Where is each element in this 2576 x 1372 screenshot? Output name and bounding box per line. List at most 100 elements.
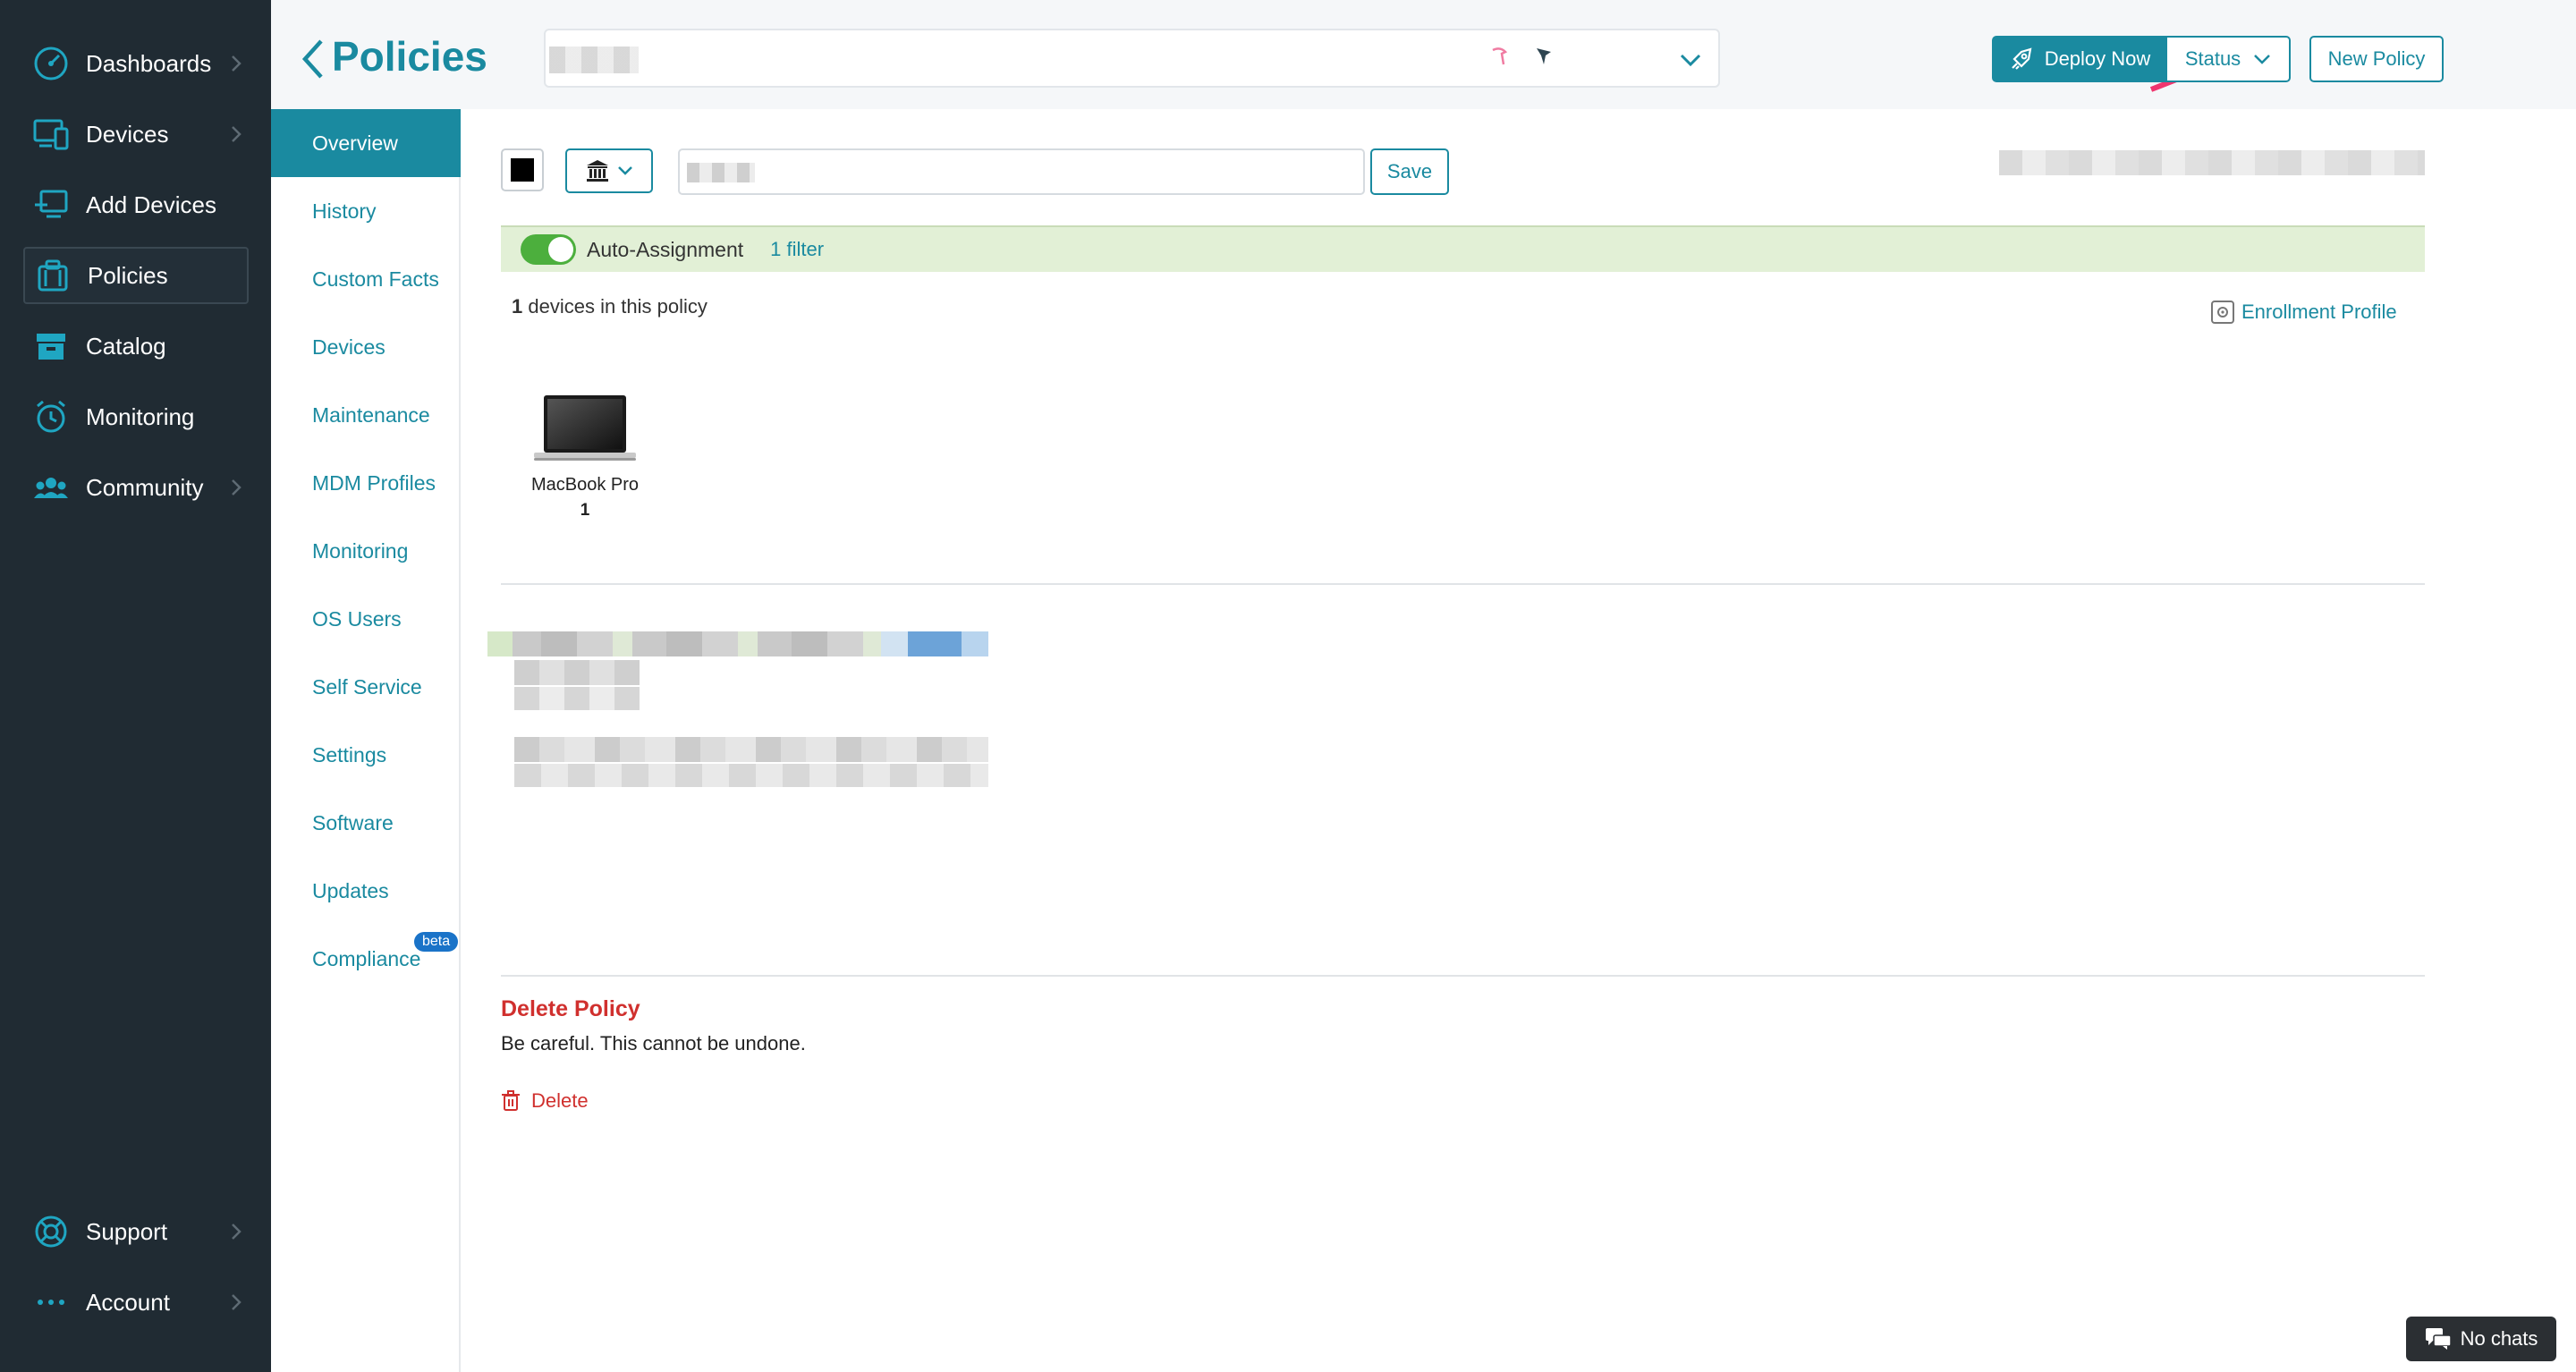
sidebar-item-label: Support [86, 1217, 168, 1245]
dashboard-icon [32, 45, 70, 82]
policy-color-picker[interactable] [501, 148, 544, 191]
page-header: Policies Deploy Now Status New Policy [271, 0, 2576, 109]
laptop-icon [534, 395, 636, 461]
deploy-now-button[interactable]: Deploy Now [1992, 36, 2167, 82]
sidebar-item-devices[interactable]: Devices [23, 106, 249, 163]
sidebar-item-label: Devices [86, 120, 169, 148]
submenu-item-maintenance[interactable]: Maintenance [271, 381, 461, 449]
submenu-item-custom-facts[interactable]: Custom Facts [271, 245, 461, 313]
devices-count-suffix: devices in this policy [522, 295, 708, 318]
beta-badge: beta [414, 932, 459, 952]
bank-icon [587, 160, 608, 182]
delete-policy-title: Delete Policy [501, 996, 640, 1021]
submenu-item-compliance[interactable]: Compliance beta [271, 925, 461, 993]
submenu-item-overview[interactable]: Overview [271, 109, 461, 177]
chevron-right-icon [227, 479, 245, 496]
sidebar-item-catalog[interactable]: Catalog [23, 318, 249, 375]
policy-icon-select[interactable] [565, 148, 653, 193]
alarm-clock-icon [32, 398, 70, 436]
submenu-item-devices[interactable]: Devices [271, 313, 461, 381]
submenu-item-settings[interactable]: Settings [271, 721, 461, 789]
trash-icon [502, 1090, 520, 1111]
sidebar-item-dashboards[interactable]: Dashboards [23, 35, 249, 92]
submenu-item-os-users[interactable]: OS Users [271, 585, 461, 653]
new-policy-button[interactable]: New Policy [2309, 36, 2444, 82]
sidebar-item-monitoring[interactable]: Monitoring [23, 388, 249, 445]
devices-count-number: 1 [512, 295, 523, 318]
chevron-down-icon [618, 166, 632, 175]
add-device-icon [32, 186, 70, 224]
hand-pointer-icon[interactable] [1487, 45, 1511, 68]
delete-label: Delete [531, 1089, 589, 1112]
device-card-macbook-pro[interactable]: MacBook Pro 1 [514, 394, 656, 521]
section-divider [501, 975, 2425, 977]
submenu-item-updates[interactable]: Updates [271, 857, 461, 925]
lifebuoy-icon [32, 1213, 70, 1250]
submenu-item-software[interactable]: Software [271, 789, 461, 857]
section-divider [501, 583, 2425, 585]
submenu-item-self-service[interactable]: Self Service [271, 653, 461, 721]
redacted-content-block [487, 610, 988, 816]
sidebar-item-account[interactable]: Account [23, 1274, 249, 1331]
sidebar-item-label: Community [86, 473, 204, 501]
save-button[interactable]: Save [1370, 148, 1449, 195]
sidebar-item-label: Policies [88, 261, 168, 289]
main-sidebar: Dashboards Devices Add Devices Policies … [0, 0, 271, 1372]
redacted-policy-name [549, 47, 639, 73]
sidebar-item-support[interactable]: Support [23, 1203, 249, 1260]
policy-description-input[interactable] [678, 148, 1365, 195]
sidebar-item-label: Account [86, 1288, 170, 1316]
sidebar-item-label: Catalog [86, 332, 166, 360]
enrollment-profile-link[interactable]: Enrollment Profile [2211, 301, 2397, 324]
enrollment-profile-label: Enrollment Profile [2241, 301, 2397, 323]
sidebar-item-label: Monitoring [86, 402, 195, 430]
more-dots-icon [32, 1283, 70, 1321]
rocket-icon [2011, 47, 2032, 70]
device-model-label: MacBook Pro [530, 475, 640, 495]
page-title: Policies [332, 33, 487, 80]
chat-bubbles-icon [2425, 1328, 2452, 1350]
map-pin-icon[interactable] [1532, 45, 1555, 68]
policies-icon [34, 257, 72, 294]
chat-widget-button[interactable]: No chats [2406, 1317, 2556, 1361]
submenu-item-mdm-profiles[interactable]: MDM Profiles [271, 449, 461, 517]
delete-button[interactable]: Delete [501, 1089, 589, 1113]
auto-assignment-bar: Auto-Assignment 1 filter [501, 225, 2425, 272]
chevron-right-icon [227, 55, 245, 72]
devices-icon [32, 115, 70, 153]
sidebar-item-label: Dashboards [86, 49, 212, 77]
policy-submenu: Overview History Custom Facts Devices Ma… [271, 109, 461, 1372]
chevron-right-icon [227, 1223, 245, 1241]
sidebar-item-policies[interactable]: Policies [23, 247, 249, 304]
color-swatch-fill [511, 158, 534, 182]
redacted-description [687, 163, 755, 182]
gear-icon [2211, 301, 2234, 324]
device-model-count: 1 [580, 501, 590, 520]
delete-policy-warning: Be careful. This cannot be undone. [501, 1032, 806, 1054]
sidebar-item-community[interactable]: Community [23, 459, 249, 516]
auto-assignment-label: Auto-Assignment [587, 237, 744, 261]
filter-link[interactable]: 1 filter [770, 238, 824, 261]
status-label: Status [2184, 47, 2241, 70]
chevron-down-icon [1680, 54, 1701, 67]
chat-label: No chats [2460, 1327, 2538, 1350]
community-icon [32, 469, 70, 506]
toggle-knob [548, 237, 573, 262]
catalog-icon [32, 327, 70, 365]
devices-count-text: 1 devices in this policy [512, 295, 708, 318]
chevron-down-icon [2254, 55, 2271, 64]
chevron-right-icon [227, 1293, 245, 1311]
submenu-item-history[interactable]: History [271, 177, 461, 245]
chevron-right-icon [227, 125, 245, 143]
submenu-item-label: Compliance [312, 946, 421, 970]
sidebar-item-label: Add Devices [86, 191, 216, 218]
back-chevron-icon[interactable] [300, 38, 326, 80]
policy-overview-panel: Save Auto-Assignment 1 filter 1 devices … [461, 109, 2576, 1372]
submenu-item-monitoring[interactable]: Monitoring [271, 517, 461, 585]
redacted-policy-info [1999, 150, 2425, 175]
deploy-button-group: Deploy Now Status [1992, 36, 2291, 82]
sidebar-item-add-devices[interactable]: Add Devices [23, 176, 249, 233]
auto-assignment-toggle[interactable] [521, 234, 576, 265]
deploy-now-label: Deploy Now [2044, 47, 2151, 70]
status-dropdown-button[interactable]: Status [2167, 36, 2291, 82]
